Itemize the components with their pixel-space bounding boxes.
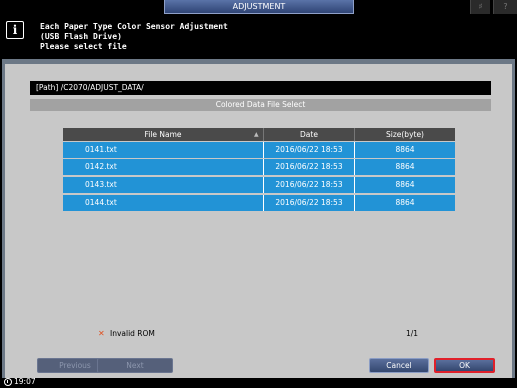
size-cell: 8864 [395,145,415,154]
table-header: File Name ▲ Date Size(byte) [63,128,455,141]
date-cell: 2016/06/22 18:53 [275,180,343,189]
invalid-rom-label: Invalid ROM [110,329,155,338]
file-name-cell: 0143.txt [85,180,117,189]
path-bar: [Path] /C2070/ADJUST_DATA/ [30,81,491,95]
message-line-2: (USB Flash Drive) [40,32,122,41]
column-header-size[interactable]: Size(byte) [355,128,455,141]
column-header-date[interactable]: Date [264,128,354,141]
cancel-button[interactable]: Cancel [369,358,429,373]
screen-title: ADJUSTMENT [164,0,354,14]
size-cell: 8864 [395,180,415,189]
table-row[interactable]: 0143.txt 2016/06/22 18:53 8864 [63,177,455,193]
invalid-rom-icon: ✕ [98,329,105,338]
file-name-cell: 0142.txt [85,162,117,171]
speaker-icon[interactable]: ♯ [470,0,490,14]
ok-button[interactable]: OK [434,358,495,373]
size-cell: 8864 [395,198,415,207]
next-button[interactable]: Next [97,358,173,373]
dialog-subtitle: Colored Data File Select [30,99,491,111]
table-row[interactable]: 0141.txt 2016/06/22 18:53 8864 [63,142,455,158]
column-header-file-name[interactable]: File Name [63,128,263,141]
file-name-cell: 0141.txt [85,145,117,154]
table-row[interactable]: 0144.txt 2016/06/22 18:53 8864 [63,195,455,211]
file-name-cell: 0144.txt [85,198,117,207]
info-icon: i [6,21,24,39]
sort-ascending-icon: ▲ [254,131,259,138]
status-time: 19:07 [14,377,36,386]
clock-icon [4,378,12,386]
help-button[interactable]: ? [493,0,517,14]
clock-hand [7,380,8,383]
date-cell: 2016/06/22 18:53 [275,145,343,154]
size-cell: 8864 [395,162,415,171]
message-line-1: Each Paper Type Color Sensor Adjustment [40,22,228,31]
page-count: 1/1 [406,329,419,338]
date-cell: 2016/06/22 18:53 [275,162,343,171]
table-row[interactable]: 0142.txt 2016/06/22 18:53 8864 [63,159,455,175]
message-line-3: Please select file [40,42,127,51]
date-cell: 2016/06/22 18:53 [275,198,343,207]
